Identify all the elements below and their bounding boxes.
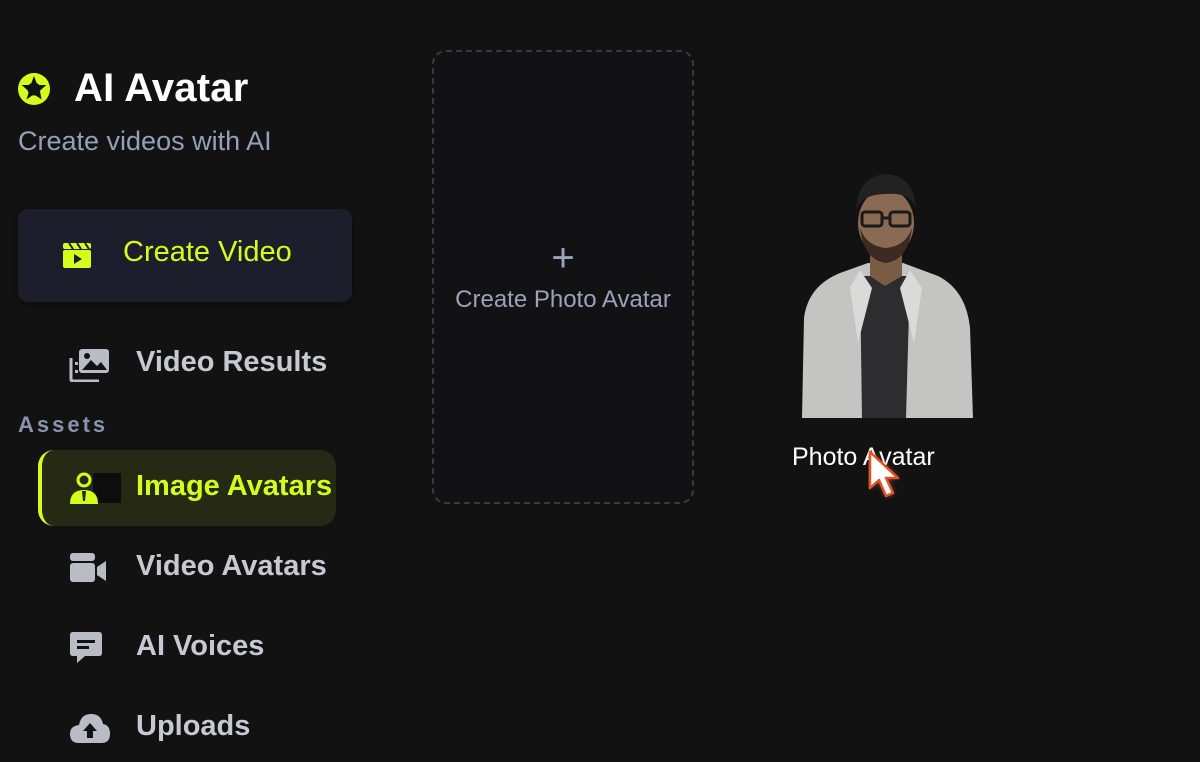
avatar-photo bbox=[802, 174, 973, 418]
avatar-card[interactable]: Photo Avatar bbox=[780, 160, 973, 480]
create-photo-avatar-card[interactable]: + Create Photo Avatar bbox=[432, 50, 694, 504]
sidebar-item-ai-voices[interactable]: AI Voices bbox=[0, 612, 400, 682]
sidebar-item-label: AI Voices bbox=[136, 630, 265, 662]
create-video-label: Create Video bbox=[123, 236, 292, 268]
create-photo-avatar-label: Create Photo Avatar bbox=[455, 286, 671, 313]
brand: AI Avatar bbox=[18, 66, 248, 111]
sidebar-item-video-avatars[interactable]: Video Avatars bbox=[0, 532, 400, 602]
aperture-icon bbox=[18, 72, 50, 105]
sidebar-item-label: Image Avatars bbox=[136, 470, 333, 502]
sidebar: AI Avatar Create videos with AI Create V… bbox=[0, 0, 400, 760]
app-title: AI Avatar bbox=[74, 66, 249, 110]
cloud-upload-icon bbox=[70, 714, 110, 743]
clapperboard-icon bbox=[63, 242, 91, 268]
app-subtitle: Create videos with AI bbox=[18, 126, 272, 156]
mouse-cursor-icon bbox=[868, 450, 900, 498]
create-video-button[interactable]: Create Video bbox=[18, 209, 352, 302]
plus-icon: + bbox=[551, 236, 575, 280]
chat-icon bbox=[70, 632, 102, 663]
sidebar-item-label: Uploads bbox=[136, 710, 251, 742]
avatar-name: Photo Avatar bbox=[792, 443, 935, 471]
sidebar-item-uploads[interactable]: Uploads bbox=[0, 692, 400, 762]
sidebar-item-label: Video Avatars bbox=[136, 550, 327, 582]
video-camera-icon bbox=[70, 553, 106, 582]
gallery-icon bbox=[69, 349, 109, 382]
sidebar-item-label: Video Results bbox=[136, 346, 328, 378]
sidebar-item-image-avatars[interactable]: Image Avatars bbox=[0, 452, 400, 522]
sidebar-item-video-results[interactable]: Video Results bbox=[0, 328, 400, 398]
user-badge-icon bbox=[70, 472, 121, 504]
section-label-assets: Assets bbox=[18, 412, 109, 437]
